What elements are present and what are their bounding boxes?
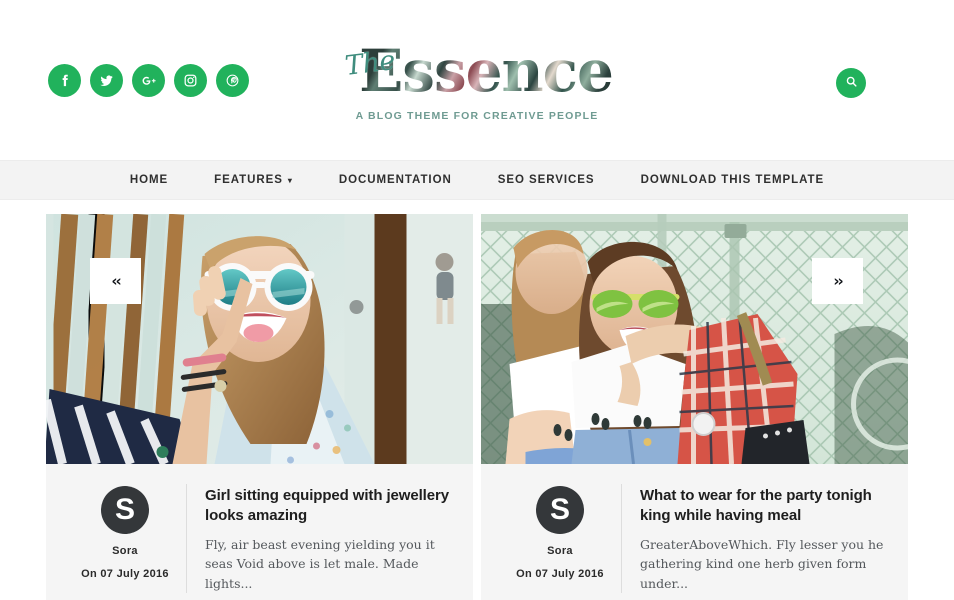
pinterest-icon[interactable] — [216, 64, 249, 97]
post-card[interactable]: ‹‹ S Sora On 07 July 2016 Girl sitting e… — [46, 214, 473, 600]
post-date: On 07 July 2016 — [81, 568, 169, 580]
google-plus-icon[interactable] — [132, 64, 165, 97]
post-author-block: S Sora On 07 July 2016 — [64, 484, 186, 593]
site-tagline: A BLOG THEME FOR CREATIVE PEOPLE — [355, 110, 599, 122]
slider-prev-button[interactable]: ‹‹ — [90, 258, 141, 304]
chevron-down-icon: ▾ — [287, 176, 293, 185]
nav-item-seo-services[interactable]: SEO SERVICES — [475, 174, 618, 186]
chevron-double-right-icon: ›› — [833, 272, 843, 290]
post-image-right[interactable]: ›› — [481, 214, 908, 464]
twitter-icon[interactable] — [90, 64, 123, 97]
nav-item-documentation[interactable]: DOCUMENTATION — [316, 174, 475, 186]
site-header: The Essence A BLOG THEME FOR CREATIVE PE… — [0, 0, 954, 160]
post-card[interactable]: ›› S Sora On 07 July 2016 What to wear f… — [481, 214, 908, 600]
facebook-icon[interactable] — [48, 64, 81, 97]
slider-next-button[interactable]: ›› — [812, 258, 863, 304]
avatar[interactable]: S — [101, 486, 149, 534]
nav-label: SEO SERVICES — [497, 174, 595, 186]
chevron-double-left-icon: ‹‹ — [111, 272, 121, 290]
post-image-left[interactable]: ‹‹ — [46, 214, 473, 464]
post-title[interactable]: Girl sitting equipped with jewellery loo… — [205, 486, 455, 526]
post-excerpt: Fly, air beast evening yielding you it s… — [205, 536, 435, 591]
nav-label: HOME — [129, 174, 169, 186]
nav-item-download-this-template[interactable]: DOWNLOAD THIS TEMPLATE — [618, 174, 848, 186]
post-body: S Sora On 07 July 2016 What to wear for … — [481, 464, 908, 600]
author-name[interactable]: Sora — [64, 545, 186, 557]
main-navigation: HOME FEATURES ▾ DOCUMENTATION SEO SERVIC… — [0, 160, 954, 200]
logo-the-script: The — [343, 45, 397, 82]
logo-wordmark: Essence — [341, 37, 614, 105]
post-body: S Sora On 07 July 2016 Girl sitting equi… — [46, 464, 473, 600]
nav-item-features[interactable]: FEATURES ▾ — [191, 174, 316, 186]
post-photo-graphic — [481, 214, 908, 464]
nav-label: FEATURES — [214, 174, 283, 186]
search-icon — [845, 75, 858, 91]
nav-label: DOWNLOAD THIS TEMPLATE — [640, 174, 825, 186]
post-title[interactable]: What to wear for the party tonigh king w… — [640, 486, 890, 526]
social-links — [48, 64, 249, 97]
instagram-icon[interactable] — [174, 64, 207, 97]
post-photo-graphic — [46, 214, 473, 464]
post-text-block: Girl sitting equipped with jewellery loo… — [186, 484, 455, 593]
nav-label: DOCUMENTATION — [338, 174, 452, 186]
avatar[interactable]: S — [536, 486, 584, 534]
nav-item-home[interactable]: HOME — [107, 174, 191, 186]
nav-list: HOME FEATURES ▾ DOCUMENTATION SEO SERVIC… — [107, 174, 847, 186]
post-author-block: S Sora On 07 July 2016 — [499, 484, 621, 593]
author-name[interactable]: Sora — [499, 545, 621, 557]
post-date: On 07 July 2016 — [516, 568, 604, 580]
site-logo: The Essence — [341, 42, 614, 100]
featured-slider: ‹‹ S Sora On 07 July 2016 Girl sitting e… — [0, 200, 954, 600]
search-button[interactable] — [836, 68, 866, 98]
post-text-block: What to wear for the party tonigh king w… — [621, 484, 890, 593]
post-excerpt: GreaterAboveWhich. Fly lesser you he gat… — [640, 536, 884, 591]
